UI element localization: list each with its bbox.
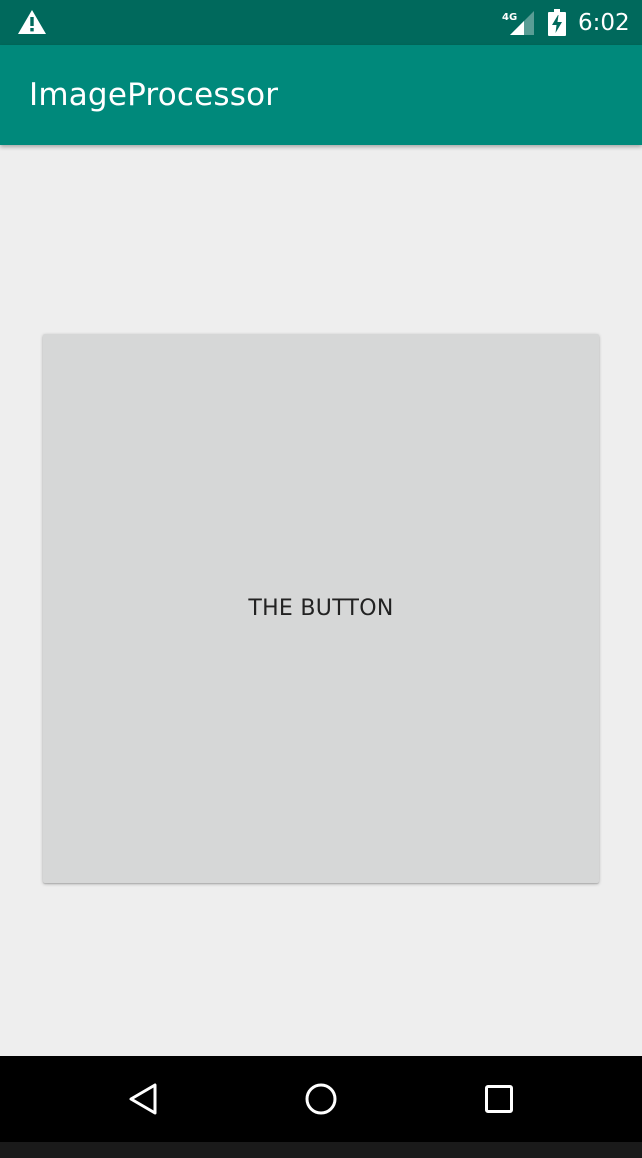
app-bar: ImageProcessor xyxy=(0,45,642,145)
home-circle-icon xyxy=(305,1083,337,1115)
the-button[interactable]: THE BUTTON xyxy=(43,334,599,883)
network-type-label: 4G xyxy=(502,12,517,23)
back-button[interactable] xyxy=(103,1056,183,1142)
bottom-edge xyxy=(0,1142,642,1158)
battery-charging-icon xyxy=(548,9,566,36)
warning-icon xyxy=(18,10,46,34)
app-title: ImageProcessor xyxy=(29,77,279,113)
status-bar: 4G 6:02 xyxy=(0,0,642,45)
status-time: 6:02 xyxy=(578,10,630,36)
recents-square-icon xyxy=(485,1085,513,1113)
navigation-bar xyxy=(0,1056,642,1142)
cell-signal-icon: 4G xyxy=(502,11,534,35)
recents-button[interactable] xyxy=(459,1056,539,1142)
home-button[interactable] xyxy=(281,1056,361,1142)
back-triangle-icon xyxy=(129,1083,157,1115)
